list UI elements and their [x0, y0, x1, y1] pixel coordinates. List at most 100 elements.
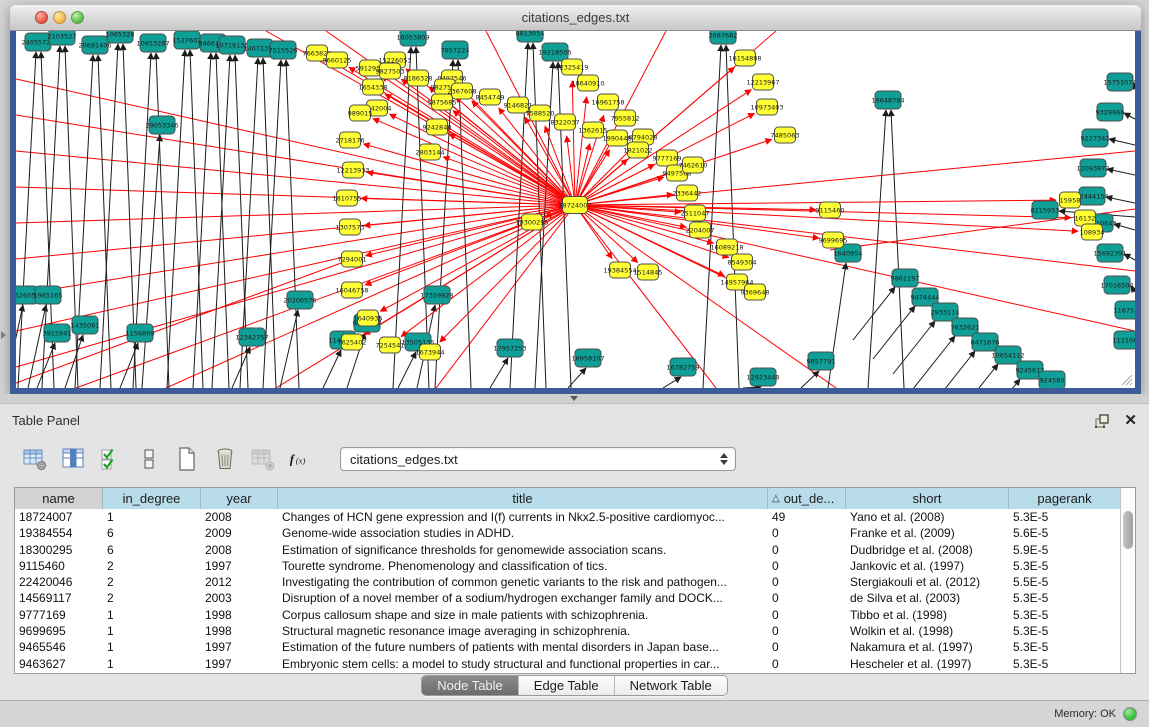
graph-node-label: 19218506: [538, 48, 571, 56]
table-body: 1872400712008Changes of HCN gene express…: [15, 509, 1135, 672]
table-panel-title: Table Panel: [12, 413, 80, 428]
new-document-button[interactable]: [172, 444, 202, 474]
column-header-name[interactable]: name: [15, 488, 103, 509]
graph-node-label: 8471676: [971, 338, 1000, 346]
cell-year: 1998: [201, 623, 278, 639]
trash-icon: [212, 446, 238, 472]
clear-selection-icon: [140, 446, 158, 472]
tab-node-table[interactable]: Node Table: [422, 676, 519, 695]
graph-node-label: 7857224: [441, 46, 470, 54]
graph-node-label: 15751074: [1103, 78, 1135, 86]
graph-node-label: 2687682: [709, 31, 738, 39]
cell-short: Stergiakouli et al. (2012): [846, 574, 1009, 590]
cell-out_degree: 0: [768, 607, 846, 623]
memory-indicator[interactable]: [1123, 707, 1137, 721]
graph-node-label: 1065328: [106, 31, 135, 38]
close-panel-button[interactable]: ✕: [1124, 413, 1137, 429]
table-row[interactable]: 946554611997Estimation of the future num…: [15, 639, 1135, 655]
graph-node-label: 8454749: [476, 93, 505, 101]
cell-year: 2012: [201, 574, 278, 590]
network-canvas[interactable]: 2405572421035272069140610653281065328715…: [16, 31, 1135, 388]
column-header-year[interactable]: year: [201, 488, 278, 509]
column-header-short[interactable]: short: [846, 488, 1009, 509]
graph-node-label: 9777169: [653, 154, 682, 162]
table-settings-button[interactable]: [20, 444, 50, 474]
resize-grip-icon[interactable]: [1119, 372, 1133, 386]
cell-in_degree: 2: [103, 574, 201, 590]
cell-year: 1998: [201, 607, 278, 623]
node-table: name in_degree yeartitle△out_de...shortpag…: [14, 487, 1136, 674]
graph-node-label: 1167533: [1114, 306, 1135, 314]
graph-node-label: 10654112: [991, 351, 1024, 359]
graph-node-label: 20206576: [283, 296, 316, 304]
table-row[interactable]: 969969511998Structural magnetic resonanc…: [15, 623, 1135, 639]
column-header-pagerank[interactable]: pagerank: [1009, 488, 1121, 509]
cell-pagerank: 5.3E-5: [1009, 558, 1121, 574]
citation-network-graph[interactable]: 2405572421035272069140610653281065328715…: [16, 31, 1135, 388]
cell-year: 2003: [201, 590, 278, 606]
table-type-tabs: Node TableEdge TableNetwork Table: [421, 675, 728, 696]
panel-collapse-arrow[interactable]: [1, 331, 6, 339]
panel-splitter[interactable]: [0, 394, 1149, 403]
graph-node-label: 8215953: [1031, 206, 1060, 214]
network-table-selector[interactable]: citations_edges.txt: [340, 447, 736, 471]
tab-edge-table[interactable]: Edge Table: [519, 676, 615, 695]
table-row[interactable]: 1456911722003Disruption of a novel membe…: [15, 590, 1135, 606]
cell-pagerank: 5.3E-5: [1009, 656, 1121, 672]
graph-node-label: 2803144: [416, 148, 445, 156]
table-row[interactable]: 1872400712008Changes of HCN gene express…: [15, 509, 1135, 525]
clear-selection-button[interactable]: [134, 444, 164, 474]
cell-pagerank: 5.3E-5: [1009, 509, 1121, 525]
cell-in_degree: 1: [103, 639, 201, 655]
splitter-handle[interactable]: [568, 395, 580, 402]
cell-short: Franke et al. (2009): [846, 525, 1009, 541]
table-row[interactable]: 977716911998Corpus callosum shape and si…: [15, 607, 1135, 623]
graph-node-label: 15692391: [1093, 249, 1126, 257]
graph-node-label: 1362615: [579, 126, 608, 134]
graph-node-label: 8186328: [404, 74, 433, 82]
delete-button[interactable]: [210, 444, 240, 474]
cell-short: de Silva et al. (2003): [846, 590, 1009, 606]
graph-node-label: 9827503: [376, 67, 405, 75]
column-header-label: name: [42, 491, 75, 506]
vertical-scrollbar[interactable]: [1120, 488, 1135, 673]
graph-node-label: 7955812: [611, 114, 640, 122]
table-row[interactable]: 1938455462009Genome-wide association stu…: [15, 525, 1135, 541]
column-header-label: out_de...: [784, 491, 835, 506]
minimize-window-button[interactable]: [53, 11, 66, 24]
table-row[interactable]: 2242004622012Investigating the contribut…: [15, 574, 1135, 590]
cell-out_degree: 0: [768, 590, 846, 606]
column-header-out_degree[interactable]: △out_de...: [768, 488, 846, 509]
scrollbar-thumb[interactable]: [1123, 511, 1133, 549]
cell-name: 18724007: [15, 509, 103, 525]
delete-table-button[interactable]: [248, 444, 278, 474]
function-builder-button[interactable]: f (x): [286, 444, 316, 474]
graph-node-label: 1821022: [624, 146, 653, 154]
window-titlebar[interactable]: citations_edges.txt: [10, 5, 1141, 31]
graph-node-label: 12093872: [1076, 164, 1109, 172]
float-panel-button[interactable]: [1094, 413, 1110, 429]
cell-name: 22420046: [15, 574, 103, 590]
cell-in_degree: 6: [103, 542, 201, 558]
graph-node-label: 9857791: [807, 357, 836, 365]
graph-node-label: 12923448: [746, 373, 779, 381]
table-row[interactable]: 911546021997Tourette syndrome. Phenomeno…: [15, 558, 1135, 574]
table-row[interactable]: 1830029562008Estimation of significance …: [15, 542, 1135, 558]
table-tabs-row: Node TableEdge TableNetwork Table: [0, 675, 1149, 696]
graph-node-label: 1990448: [603, 134, 632, 142]
cell-title: Corpus callosum shape and size in male p…: [278, 607, 768, 623]
cell-year: 1997: [201, 656, 278, 672]
tab-network-table[interactable]: Network Table: [615, 676, 727, 695]
zoom-window-button[interactable]: [71, 11, 84, 24]
column-header-label: in_degree: [123, 491, 181, 506]
column-header-title[interactable]: title: [278, 488, 768, 509]
table-row[interactable]: 946362711997Embryonic stem cells: a mode…: [15, 656, 1135, 672]
show-columns-button[interactable]: [58, 444, 88, 474]
close-window-button[interactable]: [35, 11, 48, 24]
select-all-button[interactable]: [96, 444, 126, 474]
graph-node-label: 6794028: [629, 133, 658, 141]
graph-node-label: 16648784: [871, 96, 904, 104]
column-header-in_degree[interactable]: in_degree: [103, 488, 201, 509]
cell-year: 2009: [201, 525, 278, 541]
graph-node-label: 2204007: [686, 226, 715, 234]
